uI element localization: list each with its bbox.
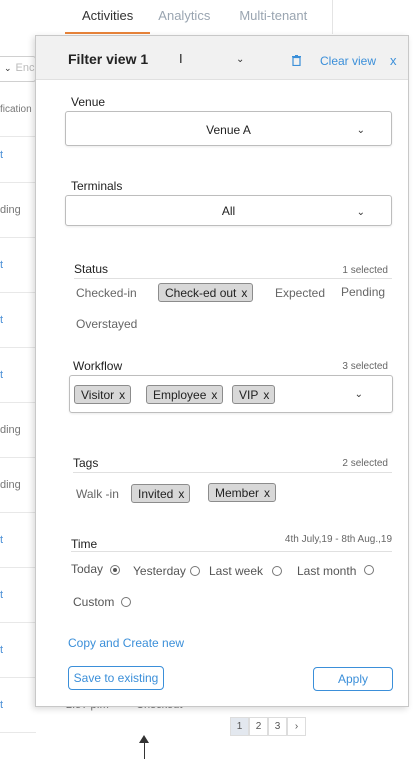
search-placeholder: Enc (15, 62, 35, 74)
panel-header: Filter view 1 I ⌄ Clear view x (36, 36, 408, 80)
status-option-pending[interactable]: Pending (341, 285, 385, 299)
tab-activities[interactable]: Activities (65, 0, 151, 34)
table-row[interactable]: ding (0, 403, 36, 458)
header-divider (332, 0, 333, 34)
workflow-chip-employee[interactable]: Employee x (146, 385, 224, 404)
clear-view-button[interactable]: Clear view (320, 54, 376, 68)
radio-today[interactable] (110, 565, 120, 575)
venue-select[interactable]: Venue A ⌄ (65, 111, 392, 146)
remove-chip-icon[interactable]: x (241, 286, 247, 300)
annotation-arrow-line (144, 742, 145, 759)
table-row[interactable]: t (0, 128, 36, 183)
tab-multi-tenant[interactable]: Multi-tenant (231, 0, 315, 34)
chip-label: Member (215, 486, 260, 500)
table-row[interactable]: t (0, 238, 36, 293)
tag-option-walk-in[interactable]: Walk -in (76, 487, 119, 501)
workflow-chip-vip[interactable]: VIP x (232, 385, 276, 404)
divider (74, 278, 392, 279)
remove-chip-icon[interactable]: x (264, 486, 270, 500)
page-3-button[interactable]: 3 (268, 717, 287, 736)
remove-chip-icon[interactable]: x (178, 487, 184, 501)
table-row[interactable]: t (0, 513, 36, 568)
status-option-overstayed[interactable]: Overstayed (76, 317, 137, 331)
divider (71, 551, 392, 552)
filter-panel: Filter view 1 I ⌄ Clear view x Venue Ven… (35, 35, 409, 707)
table-row[interactable]: t (0, 678, 36, 733)
status-chip-checked-out[interactable]: Check-ed out x (158, 283, 254, 302)
terminals-select[interactable]: All ⌄ (65, 195, 392, 226)
page-1-button[interactable]: 1 (230, 717, 249, 736)
time-option-custom[interactable]: Custom (73, 595, 114, 609)
time-option-last-week[interactable]: Last week (209, 564, 263, 578)
next-page-button[interactable]: › (287, 717, 306, 736)
status-label: Status (74, 262, 109, 276)
table-row[interactable]: ding (0, 458, 36, 513)
chevron-down-icon: ⌄ (356, 125, 365, 136)
remove-chip-icon[interactable]: x (211, 388, 217, 402)
tag-chip-member[interactable]: Member x (208, 483, 277, 502)
copy-and-create-new-link[interactable]: Copy and Create new (68, 636, 184, 650)
tag-chip-invited[interactable]: Invited x (131, 484, 191, 503)
trash-icon[interactable] (292, 53, 301, 71)
filter-view-title[interactable]: Filter view 1 (68, 51, 148, 67)
table-row[interactable]: t (0, 623, 36, 678)
terminals-select-value: All (221, 204, 236, 218)
time-option-last-month[interactable]: Last month (297, 564, 356, 578)
venue-label: Venue (71, 95, 106, 109)
page-2-button[interactable]: 2 (249, 717, 268, 736)
workflow-selected-count: 3 selected (342, 361, 388, 372)
time-label: Time (71, 537, 98, 551)
status-option-expected[interactable]: Expected (275, 286, 325, 300)
radio-last-week[interactable] (272, 566, 282, 576)
remove-chip-icon[interactable]: x (263, 388, 269, 402)
time-option-today[interactable]: Today (71, 562, 103, 576)
chevron-down-icon: ⌄ (356, 207, 365, 218)
table-row[interactable]: t (0, 348, 36, 403)
chip-label: Visitor (81, 388, 115, 402)
terminals-label: Terminals (71, 179, 123, 193)
workflow-multiselect[interactable]: Visitor x Employee x VIP x ⌄ (69, 375, 393, 413)
divider (73, 472, 392, 473)
text-cursor: I (179, 51, 183, 66)
radio-yesterday[interactable] (190, 566, 200, 576)
table-row[interactable]: t (0, 568, 36, 623)
tags-selected-count: 2 selected (342, 458, 388, 469)
chip-label: Invited (138, 487, 174, 501)
chip-label: Check-ed out (165, 286, 237, 300)
chevron-down-icon: ⌄ (354, 389, 363, 400)
background-search-input[interactable]: ⌄ Enc (0, 56, 36, 82)
venue-select-value: Venue A (206, 123, 251, 137)
tags-label: Tags (73, 456, 99, 470)
chip-label: VIP (239, 388, 259, 402)
table-row[interactable]: ding (0, 183, 36, 238)
workflow-chip-visitor[interactable]: Visitor x (74, 385, 132, 404)
status-selected-count: 1 selected (342, 265, 388, 276)
apply-button[interactable]: Apply (313, 667, 393, 691)
status-option-checked-in[interactable]: Checked-in (76, 286, 137, 300)
pagination: 1 2 3 › (230, 717, 306, 736)
table-row[interactable]: t (0, 293, 36, 348)
workflow-label: Workflow (73, 359, 123, 373)
tab-analytics[interactable]: Analytics (150, 0, 218, 34)
chevron-down-icon: ⌄ (4, 63, 12, 73)
radio-last-month[interactable] (364, 565, 374, 575)
chip-label: Employee (153, 388, 207, 402)
time-option-yesterday[interactable]: Yesterday (133, 564, 186, 578)
background-tabs: Activities Analytics Multi-tenant (65, 0, 365, 34)
save-to-existing-button[interactable]: Save to existing (68, 666, 164, 690)
remove-chip-icon[interactable]: x (119, 388, 125, 402)
chevron-down-icon[interactable]: ⌄ (236, 54, 244, 65)
time-range[interactable]: 4th July,19 - 8th Aug.,19 (285, 534, 392, 545)
close-icon[interactable]: x (390, 53, 397, 68)
radio-custom[interactable] (121, 597, 131, 607)
